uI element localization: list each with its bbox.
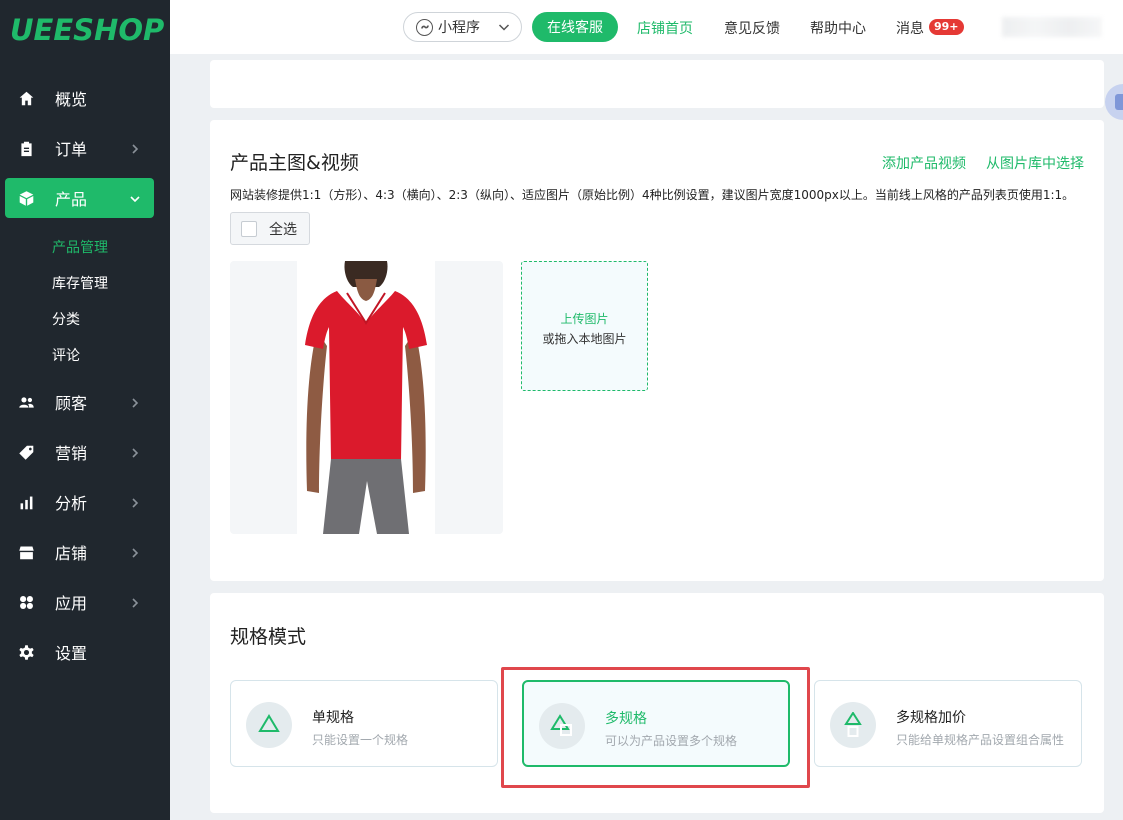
chevron-right-icon xyxy=(128,545,142,559)
chevron-right-icon xyxy=(128,395,142,409)
spec-option-desc: 可以为产品设置多个规格 xyxy=(605,734,738,748)
product-media-card: 产品主图&视频 添加产品视频 从图片库中选择 网站装修提供1:1（方形）、4:3… xyxy=(210,120,1104,581)
bar-chart-icon xyxy=(17,493,35,511)
mini-program-icon xyxy=(416,18,433,36)
sidebar-item-label: 概览 xyxy=(55,90,88,109)
select-from-library-link[interactable]: 从图片库中选择 xyxy=(986,153,1084,173)
top-bar: 小程序 在线客服 店铺首页 意见反馈 帮助中心 消息 99+ xyxy=(170,0,1123,54)
chevron-down-icon xyxy=(497,20,511,34)
feedback-link[interactable]: 意见反馈 xyxy=(724,18,780,38)
sidebar-item-overview[interactable]: 概览 xyxy=(5,78,154,118)
sidebar-item-label: 应用 xyxy=(55,594,88,613)
users-icon xyxy=(17,393,35,411)
sidebar-item-label: 分析 xyxy=(55,494,88,513)
mini-program-dropdown[interactable]: 小程序 xyxy=(403,12,522,42)
add-product-video-link[interactable]: 添加产品视频 xyxy=(882,153,966,173)
sidebar-item-store[interactable]: 店铺 xyxy=(5,532,154,572)
home-icon xyxy=(17,89,35,107)
sidebar-item-products[interactable]: 产品 xyxy=(5,178,154,218)
sidebar-item-label: 营销 xyxy=(55,444,88,463)
upload-image-label: 上传图片 xyxy=(560,312,609,326)
store-icon xyxy=(17,543,35,561)
box-icon xyxy=(17,189,35,207)
gear-icon xyxy=(17,643,35,661)
messages-badge: 99+ xyxy=(929,19,964,35)
logo[interactable]: UEESHOP xyxy=(0,0,170,60)
sidebar-subitem-reviews[interactable]: 评论 xyxy=(52,345,80,365)
sidebar-subitem-inventory[interactable]: 库存管理 xyxy=(52,273,108,293)
sidebar-item-marketing[interactable]: 营销 xyxy=(5,432,154,472)
sidebar-item-label: 产品 xyxy=(55,190,88,209)
spec-option-title: 多规格加价 xyxy=(896,710,966,726)
triangle-square-icon xyxy=(539,703,585,749)
sidebar-item-apps[interactable]: 应用 xyxy=(5,582,154,622)
tag-icon xyxy=(17,443,35,461)
product-photo xyxy=(297,261,435,534)
product-image[interactable] xyxy=(230,261,503,534)
sidebar-item-analytics[interactable]: 分析 xyxy=(5,482,154,522)
sidebar-subitem-product-management[interactable]: 产品管理 xyxy=(52,237,108,257)
sidebar: UEESHOP 概览 订单 产品 产品管理 库存管理 分类 评论 顾客 营销 分… xyxy=(0,0,170,820)
sidebar-item-customers[interactable]: 顾客 xyxy=(5,382,154,422)
chevron-down-icon xyxy=(128,191,142,205)
sidebar-item-label: 店铺 xyxy=(55,544,88,563)
triangle-icon xyxy=(246,702,292,748)
spec-option-title: 单规格 xyxy=(312,710,354,726)
messages-link[interactable]: 消息 xyxy=(896,18,924,38)
apps-icon xyxy=(17,593,35,611)
spec-option-title: 多规格 xyxy=(605,711,647,727)
spec-option-desc: 只能给单规格产品设置组合属性 xyxy=(896,733,1065,747)
sidebar-item-orders[interactable]: 订单 xyxy=(5,128,154,168)
sidebar-item-settings[interactable]: 设置 xyxy=(5,632,154,672)
chevron-right-icon xyxy=(128,141,142,155)
triangle-over-square-icon xyxy=(830,702,876,748)
chevron-right-icon xyxy=(128,595,142,609)
checkbox-box xyxy=(241,220,257,237)
spec-option-single[interactable]: 单规格 只能设置一个规格 xyxy=(230,680,498,767)
spec-mode-card: 规格模式 单规格 只能设置一个规格 多规格 可以为产品设置多个规格 多规格加价 … xyxy=(210,593,1104,813)
section-title: 规格模式 xyxy=(230,626,307,648)
select-all-checkbox[interactable]: 全选 xyxy=(230,212,310,245)
mini-program-label: 小程序 xyxy=(438,20,480,36)
upload-image-dropzone[interactable]: 上传图片 或拖入本地图片 xyxy=(521,261,648,391)
floating-helper-button[interactable] xyxy=(1105,84,1123,120)
user-account-blurred[interactable] xyxy=(1002,17,1102,37)
online-service-button[interactable]: 在线客服 xyxy=(532,12,618,42)
previous-section-card xyxy=(210,60,1104,108)
spec-option-multiple[interactable]: 多规格 可以为产品设置多个规格 xyxy=(522,680,790,767)
image-ratio-note: 网站装修提供1:1（方形）、4:3（横向）、2:3（纵向）、适应图片（原始比例）… xyxy=(230,188,1075,202)
chevron-right-icon xyxy=(128,445,142,459)
sidebar-subitem-categories[interactable]: 分类 xyxy=(52,309,80,329)
sidebar-item-label: 顾客 xyxy=(55,394,88,413)
select-all-label: 全选 xyxy=(269,221,297,238)
spec-option-multiple-surcharge[interactable]: 多规格加价 只能给单规格产品设置组合属性 xyxy=(814,680,1082,767)
sidebar-item-label: 设置 xyxy=(55,644,88,663)
section-title: 产品主图&视频 xyxy=(230,152,359,174)
help-center-link[interactable]: 帮助中心 xyxy=(810,18,866,38)
clipboard-icon xyxy=(17,139,35,157)
chevron-right-icon xyxy=(128,495,142,509)
spec-option-desc: 只能设置一个规格 xyxy=(312,733,409,747)
drag-local-image-hint: 或拖入本地图片 xyxy=(542,332,627,346)
sidebar-item-label: 订单 xyxy=(55,140,88,159)
logo-text: UEESHOP xyxy=(10,13,165,47)
store-home-link[interactable]: 店铺首页 xyxy=(637,18,693,38)
